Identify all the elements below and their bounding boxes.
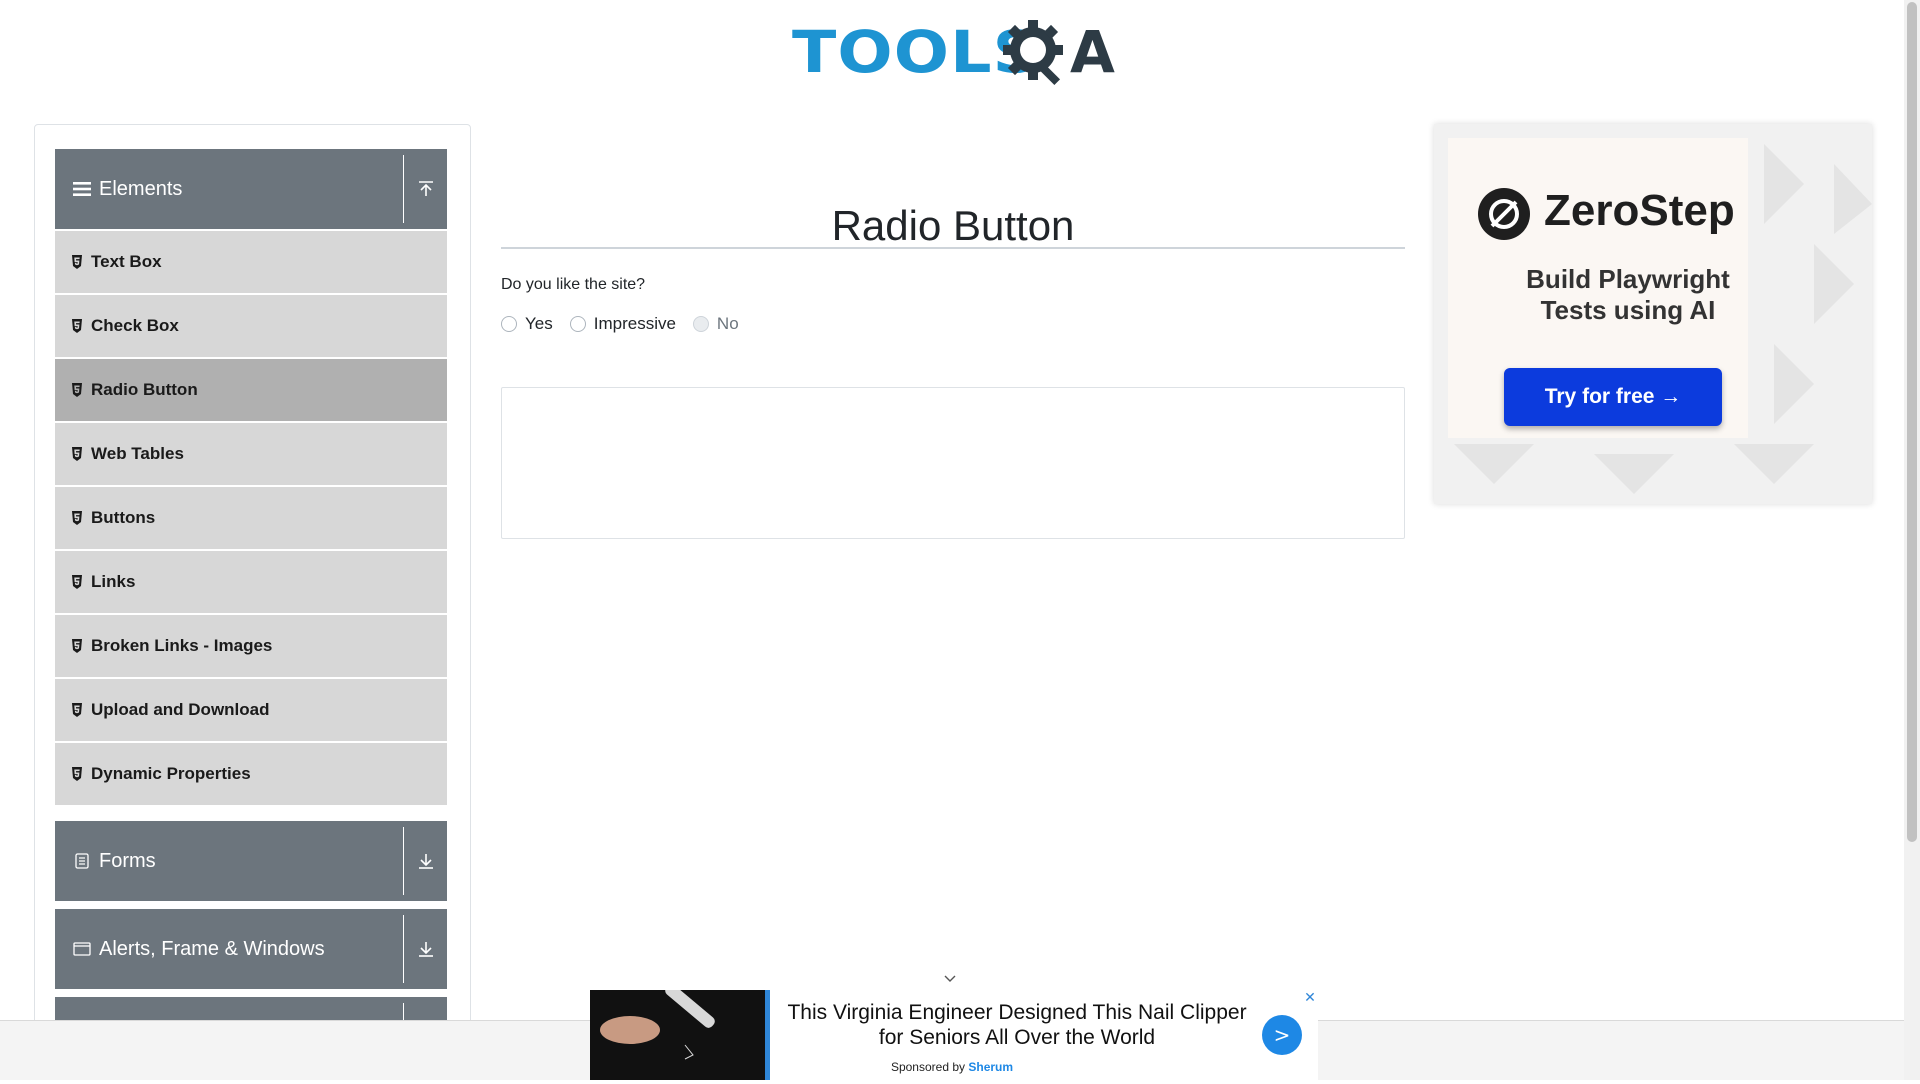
sidebar-item-label: Links [91, 572, 136, 591]
sidebar-item-label: Text Box [91, 252, 162, 271]
radio-group: Yes Impressive No [501, 314, 756, 334]
ad-close-icon[interactable]: ✕ [1302, 990, 1318, 1006]
logo-a: A [1070, 18, 1115, 86]
sidebar-item-label: Broken Links - Images [91, 636, 273, 655]
html5-icon [72, 575, 82, 589]
ad-brand: ZeroStep [1544, 186, 1735, 235]
html5-icon [72, 447, 82, 461]
html5-icon [72, 383, 82, 397]
group-label: Alerts, Frame & Windows [99, 937, 325, 960]
group-forms[interactable]: Forms [55, 821, 447, 901]
zerostep-logo-icon [1478, 188, 1530, 240]
page-title: Radio Button [831, 202, 1075, 250]
html5-icon [72, 767, 82, 781]
sidebar-item-broken-links-images[interactable]: Broken Links - Images [55, 615, 447, 677]
ad-tagline-line: Tests using AI [1540, 295, 1716, 325]
form-icon [75, 853, 89, 869]
radio-label[interactable]: Impressive [594, 314, 676, 334]
radio-label: No [716, 314, 739, 333]
radio-impressive-input[interactable] [569, 316, 586, 332]
sidebar-item-label: Web Tables [91, 444, 184, 463]
radio-yes[interactable]: Yes [501, 314, 553, 334]
radio-no: No [692, 314, 739, 334]
expand-toggle[interactable] [403, 827, 447, 895]
page-scrollbar[interactable] [1904, 0, 1920, 1080]
sidebar-item-label: Upload and Download [91, 700, 270, 719]
sidebar-item-upload-and-download[interactable]: Upload and Download [55, 679, 447, 741]
html5-icon [72, 511, 82, 525]
ad-placeholder-box [501, 387, 1405, 539]
header: TOOLS A [0, 0, 1904, 110]
sidebar-item-label: Check Box [91, 316, 179, 335]
sponsored-prefix: Sponsored by [890, 1060, 966, 1074]
hamburger-icon [73, 182, 91, 196]
toolsqa-logo[interactable]: TOOLS A [792, 14, 1118, 90]
sidebar-item-text-box[interactable]: Text Box [55, 231, 447, 293]
ad-card: ZeroStep Build Playwright Tests using AI… [1448, 138, 1748, 438]
radio-no-input [692, 316, 709, 332]
title-divider [501, 247, 1405, 249]
sponsor-link[interactable]: Sherum [968, 1060, 1013, 1074]
sidebar: Elements Text Box Check Box Radio Button… [34, 124, 471, 1064]
ad-tagline: Build Playwright Tests using AI [1458, 264, 1798, 326]
html5-icon [72, 319, 82, 333]
sidebar-item-dynamic-properties[interactable]: Dynamic Properties [55, 743, 447, 805]
sidebar-item-label: Radio Button [91, 380, 198, 399]
sidebar-item-buttons[interactable]: Buttons [55, 487, 447, 549]
expand-toggle[interactable] [403, 915, 447, 983]
arrow-up-icon [418, 181, 433, 196]
elements-menu: Text Box Check Box Radio Button Web Tabl… [55, 231, 447, 807]
gear-magnifier-icon [1003, 20, 1063, 86]
ad-headline-line: for Seniors All Over the World [878, 1026, 1156, 1049]
ad-headline-line: This Virginia Engineer Designed This Nai… [787, 1001, 1247, 1024]
radio-label[interactable]: Yes [525, 314, 553, 334]
sidebar-item-links[interactable]: Links [55, 551, 447, 613]
group-label: Forms [99, 849, 156, 872]
chevron-down-icon[interactable] [943, 972, 957, 986]
arrow-down-icon [418, 942, 433, 957]
sidebar-item-check-box[interactable]: Check Box [55, 295, 447, 357]
group-elements[interactable]: Elements [55, 149, 447, 229]
html5-icon [72, 255, 82, 269]
window-icon [73, 942, 91, 956]
group-label: Elements [99, 177, 183, 200]
sidebar-item-label: Buttons [91, 508, 156, 527]
ad-headline[interactable]: This Virginia Engineer Designed This Nai… [772, 1000, 1262, 1050]
ad-zerostep[interactable]: ZeroStep Build Playwright Tests using AI… [1434, 124, 1872, 504]
group-alerts-frame-windows[interactable]: Alerts, Frame & Windows [55, 909, 447, 989]
try-for-free-button[interactable]: Try for free → [1504, 368, 1722, 426]
html5-icon [72, 639, 82, 653]
question-label: Do you like the site? [501, 276, 646, 293]
scrollbar-thumb[interactable] [1907, 2, 1917, 842]
sidebar-item-label: Dynamic Properties [91, 764, 251, 783]
radio-yes-input[interactable] [501, 316, 517, 332]
ad-go-button[interactable]: > [1262, 1015, 1302, 1055]
sidebar-item-web-tables[interactable]: Web Tables [55, 423, 447, 485]
sponsored-by: Sponsored by Sherum [0, 1060, 1904, 1074]
collapse-toggle[interactable] [403, 155, 447, 223]
sidebar-item-radio-button[interactable]: Radio Button [55, 359, 447, 421]
ad-tagline-line: Build Playwright [1526, 264, 1730, 294]
html5-icon [72, 703, 82, 717]
radio-impressive[interactable]: Impressive [569, 314, 676, 334]
arrow-down-icon [418, 854, 433, 869]
